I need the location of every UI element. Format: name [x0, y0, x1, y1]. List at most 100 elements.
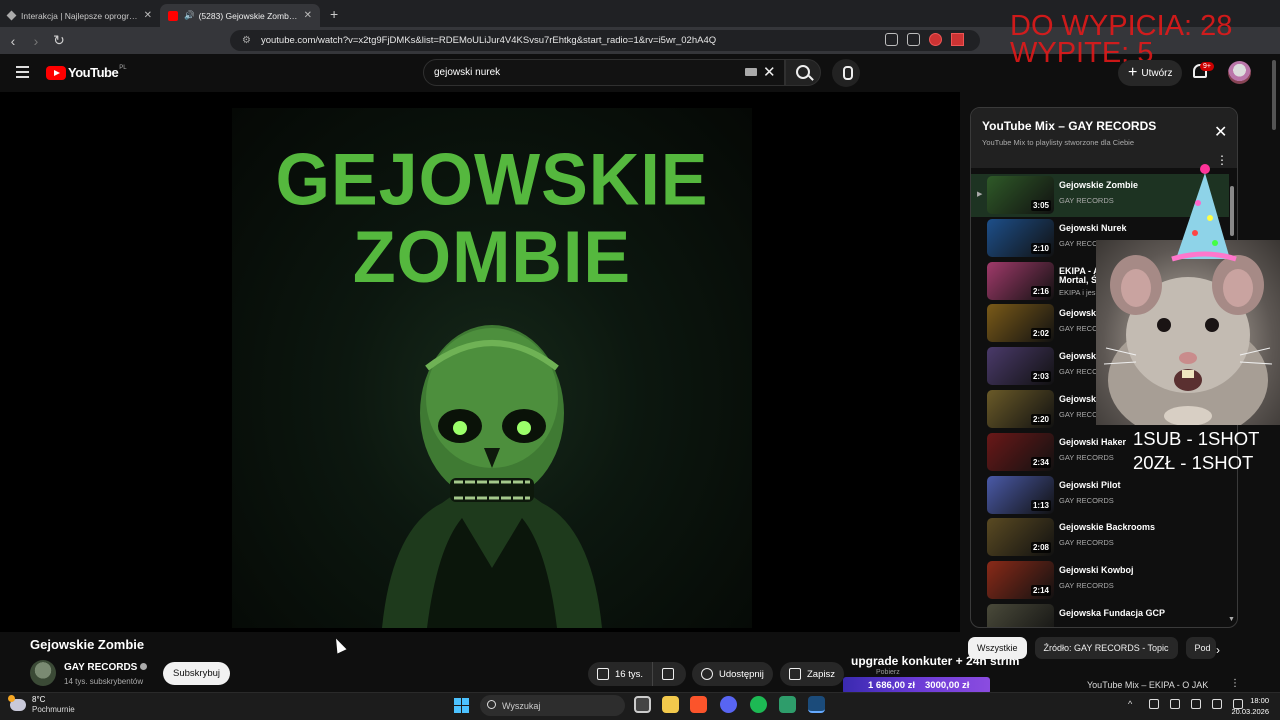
- address-bar[interactable]: ⚙ youtube.com/watch?v=x2tg9FjDMKs&list=R…: [230, 30, 980, 51]
- spotify-icon[interactable]: [750, 696, 767, 713]
- channel-name[interactable]: GAY RECORDS: [64, 662, 148, 673]
- like-button[interactable]: 16 tys.: [588, 662, 652, 686]
- taskbar-search[interactable]: Wyszukaj: [480, 695, 625, 716]
- voice-search-button[interactable]: [832, 59, 860, 87]
- scroll-down-icon[interactable]: ▼: [1228, 616, 1235, 623]
- clock-time: 18:00: [1250, 696, 1269, 705]
- tray-chevron-icon[interactable]: ^: [1128, 699, 1138, 709]
- extension-icons: [885, 33, 964, 46]
- network-app-icon[interactable]: [1149, 699, 1159, 709]
- playlist-thumbnail[interactable]: 2:20: [987, 390, 1054, 428]
- back-icon[interactable]: ‹: [3, 33, 23, 49]
- save-button[interactable]: Zapisz: [780, 662, 844, 686]
- duration-badge: 2:02: [1030, 328, 1051, 340]
- chips-next-icon[interactable]: ›: [1216, 643, 1220, 657]
- playlist-thumbnail[interactable]: 1:13: [987, 475, 1054, 514]
- save-label: Zapisz: [807, 668, 835, 680]
- playlist-thumbnail[interactable]: 3:05: [987, 176, 1054, 214]
- weather-widget[interactable]: 8°C Pochmurnie: [8, 695, 75, 715]
- next-video-more-icon[interactable]: ⋮: [1230, 678, 1240, 689]
- playlist-item[interactable]: 2:14 Gejowski Kowboj GAY RECORDS: [971, 559, 1229, 602]
- interakcja-favicon-icon: [6, 10, 17, 21]
- share-button[interactable]: Udostępnij: [692, 662, 773, 686]
- search-query: gejowski nurek: [434, 67, 501, 78]
- keyboard-icon[interactable]: [745, 68, 757, 76]
- file-explorer-icon[interactable]: [662, 696, 679, 713]
- playlist-thumbnail[interactable]: 2:08: [987, 518, 1054, 557]
- goal-target: 3000,00 zł: [925, 680, 970, 691]
- playlist-item-artist: GAY RECORDS: [1059, 538, 1114, 548]
- brave-shields-icon[interactable]: [929, 33, 942, 46]
- download-label[interactable]: Pobierz: [876, 669, 900, 676]
- playlist-thumbnail[interactable]: [987, 604, 1054, 627]
- playlist-item-title: Gejowski Nurek: [1059, 222, 1127, 233]
- chip-partial[interactable]: Pod: [1185, 637, 1216, 659]
- playlist-thumbnail[interactable]: 2:34: [987, 432, 1054, 471]
- playlist-thumbnail[interactable]: 2:03: [987, 347, 1054, 386]
- rewards-icon[interactable]: [951, 33, 964, 46]
- forward-icon[interactable]: ›: [26, 33, 46, 49]
- verified-icon: [140, 663, 148, 670]
- next-video-title[interactable]: YouTube Mix – EKIPA - O JAK: [1087, 680, 1208, 690]
- playlist-thumbnail[interactable]: 2:02: [987, 304, 1054, 343]
- account-avatar[interactable]: [1228, 61, 1251, 84]
- chip-source[interactable]: Źródło: GAY RECORDS - Topic: [1034, 637, 1178, 659]
- subscribe-button[interactable]: Subskrybuj: [163, 662, 230, 685]
- tab-youtube[interactable]: 🔊 (5283) Gejowskie Zombie - Yo ✕: [160, 4, 320, 27]
- playlist-item[interactable]: 2:08 Gejowskie Backrooms GAY RECORDS: [971, 516, 1229, 559]
- playlist-item-title: Gejowskie Zombie: [1059, 180, 1139, 190]
- channel-name-text: GAY RECORDS: [64, 662, 138, 673]
- tab-title: Interakcja | Najlepsze oprogramowan: [21, 10, 138, 21]
- playlist-item-title: Gejowsk: [1059, 351, 1097, 362]
- security-icon[interactable]: [1191, 699, 1201, 709]
- site-info-icon[interactable]: ⚙: [242, 35, 251, 46]
- subscriber-count: 14 tys. subskrybentów: [64, 677, 144, 686]
- system-tray: ^: [1128, 699, 1243, 709]
- close-tab-icon[interactable]: ✕: [144, 10, 152, 21]
- playlist-thumbnail[interactable]: 2:16: [987, 261, 1054, 300]
- playlist-item-title: Gejowskie Backrooms: [1059, 522, 1156, 533]
- tab-interakcja[interactable]: Interakcja | Najlepsze oprogramowan ✕: [0, 4, 160, 27]
- create-button[interactable]: + Utwórz: [1118, 60, 1183, 86]
- obs-icon[interactable]: [779, 696, 796, 713]
- reload-icon[interactable]: ↻: [49, 32, 69, 49]
- playlist-item-title: Gejowski Pilot: [1059, 479, 1121, 490]
- playlist-item-artist: GAY RECORDS: [1059, 196, 1114, 205]
- playlist-item-title: Gejowsk: [1059, 308, 1097, 319]
- playlist-thumbnail[interactable]: 2:14: [987, 561, 1054, 600]
- chip-all[interactable]: Wszystkie: [968, 637, 1027, 659]
- duration-badge: 2:20: [1030, 414, 1051, 425]
- playlist-item[interactable]: 1:13 Gejowski Pilot GAY RECORDS: [971, 474, 1229, 517]
- now-playing-icon: ▶: [977, 191, 983, 198]
- windows-start-icon[interactable]: [454, 698, 469, 713]
- playlist-item-artist: GAY RECO: [1059, 324, 1098, 334]
- speaker-icon[interactable]: 🔊: [184, 10, 195, 21]
- new-tab-icon[interactable]: +: [330, 6, 338, 22]
- taskbar-clock[interactable]: 18:00 20.03.2026: [1229, 695, 1269, 717]
- youtube-logo[interactable]: YouTube PL: [46, 65, 127, 80]
- playlist-item[interactable]: Gejowska Fundacja GCP: [971, 602, 1229, 627]
- share-icon[interactable]: [907, 33, 920, 46]
- discord-icon[interactable]: [720, 696, 737, 713]
- clock-date: 20.03.2026: [1231, 707, 1269, 716]
- display-icon[interactable]: [1212, 699, 1222, 709]
- close-tab-icon[interactable]: ✕: [304, 10, 312, 21]
- cast-icon[interactable]: [885, 33, 898, 46]
- playlist-thumbnail[interactable]: 2:10: [987, 218, 1054, 257]
- playlist-item-artist: GAY RECORDS: [1059, 452, 1114, 462]
- menu-icon[interactable]: [16, 66, 29, 78]
- close-playlist-icon[interactable]: ✕: [1214, 122, 1227, 142]
- playlist-title[interactable]: YouTube Mix – GAY RECORDS: [982, 119, 1156, 133]
- clear-search-icon[interactable]: ✕: [763, 63, 776, 81]
- steam-icon[interactable]: [808, 696, 825, 713]
- channel-avatar[interactable]: [30, 660, 56, 686]
- playlist-item-title-line2: Mortal, Ś: [1059, 274, 1098, 285]
- search-input[interactable]: gejowski nurek: [423, 59, 785, 86]
- task-view-icon[interactable]: [634, 696, 651, 713]
- search-button[interactable]: [785, 59, 821, 86]
- tab-title: (5283) Gejowskie Zombie - Yo: [198, 10, 298, 21]
- dislike-button[interactable]: [652, 662, 686, 686]
- mic-icon[interactable]: [1170, 699, 1180, 709]
- brave-browser-icon[interactable]: [690, 696, 707, 713]
- page-scrollbar-thumb[interactable]: [1272, 60, 1276, 130]
